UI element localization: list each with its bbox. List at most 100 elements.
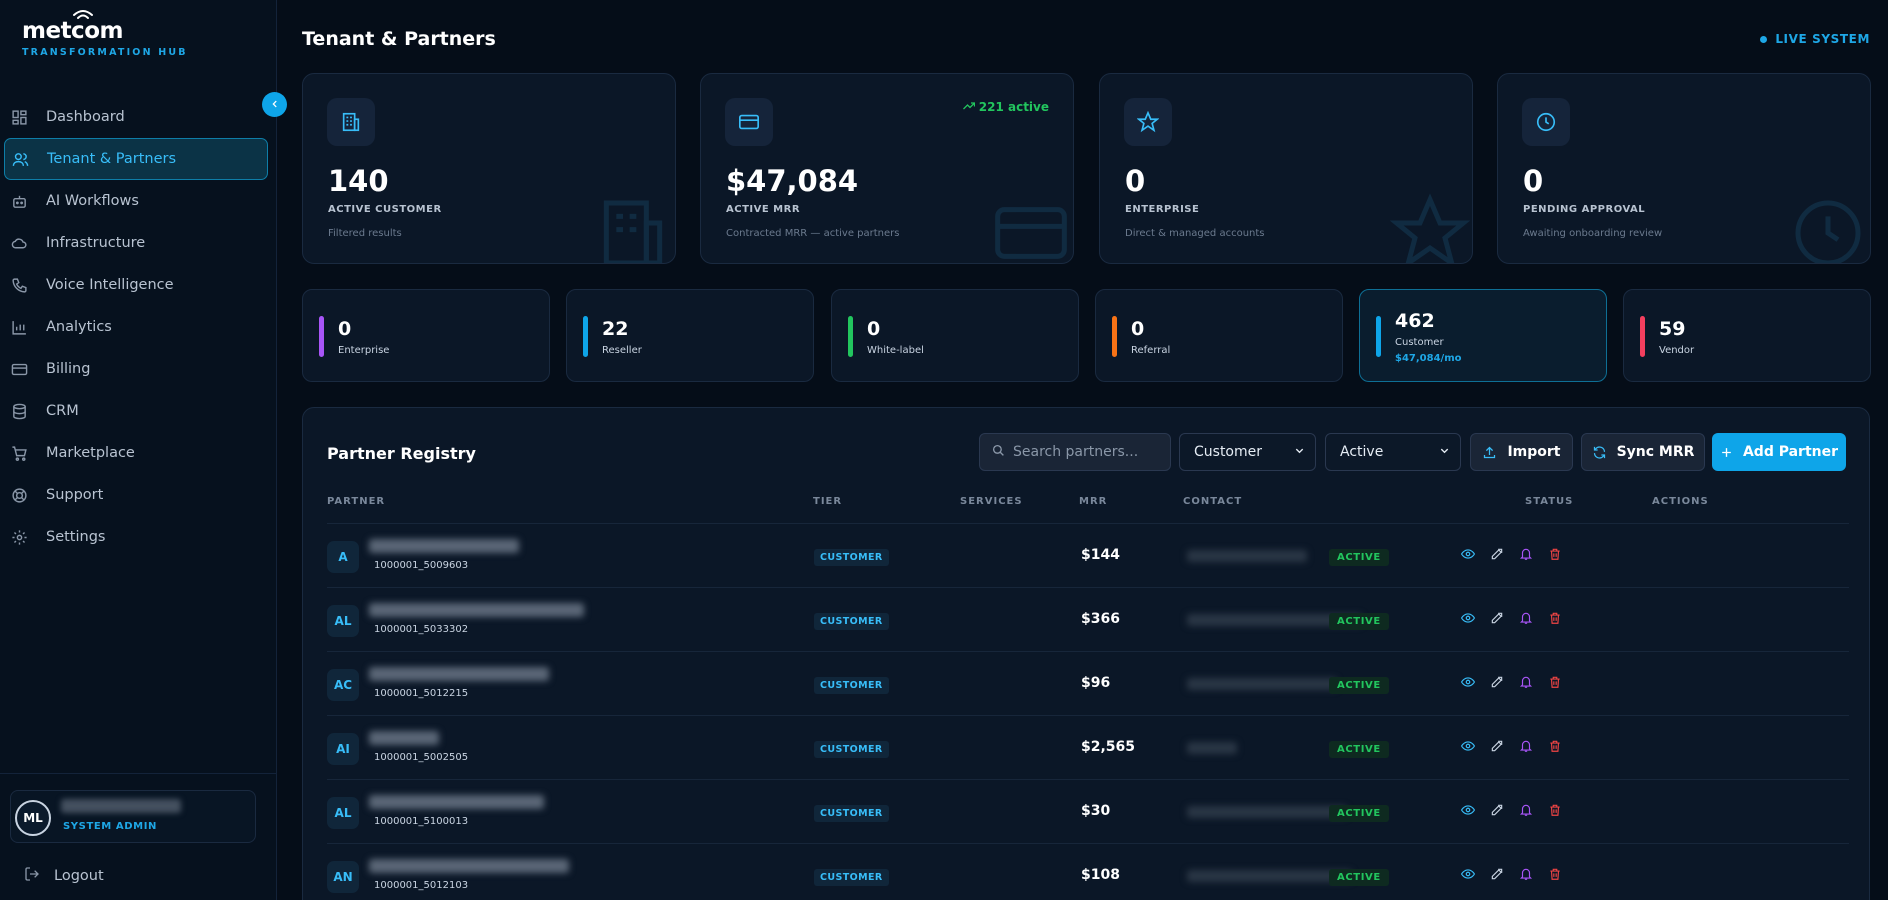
user-card[interactable]: ML SYSTEM ADMIN bbox=[10, 790, 256, 843]
status-badge: ACTIVE bbox=[1329, 741, 1389, 758]
column-header-mrr[interactable]: MRR bbox=[1079, 496, 1107, 507]
import-label: Import bbox=[1507, 444, 1561, 460]
bell-icon[interactable] bbox=[1519, 739, 1534, 754]
edit-icon[interactable] bbox=[1490, 803, 1505, 818]
contact-redacted bbox=[1187, 742, 1237, 754]
view-icon[interactable] bbox=[1461, 867, 1476, 882]
sync-mrr-label: Sync MRR bbox=[1616, 444, 1695, 460]
delete-icon[interactable] bbox=[1548, 867, 1563, 882]
edit-icon[interactable] bbox=[1490, 867, 1505, 882]
status-badge: ACTIVE bbox=[1329, 869, 1389, 886]
view-icon[interactable] bbox=[1461, 739, 1476, 754]
bell-icon[interactable] bbox=[1519, 675, 1534, 690]
tier-card-customer[interactable]: 462 Customer $47,084/mo bbox=[1359, 289, 1607, 382]
search-input[interactable]: Search partners... bbox=[979, 433, 1171, 471]
table-row[interactable]: AI 1000001_5002505 CUSTOMER $2,565 ACTIV… bbox=[327, 715, 1849, 779]
tier-card-reseller[interactable]: 22 Reseller bbox=[566, 289, 814, 382]
star-watermark-icon bbox=[1390, 193, 1470, 263]
bell-icon[interactable] bbox=[1519, 867, 1534, 882]
chart-icon bbox=[10, 318, 28, 336]
tier-filter-select[interactable]: Customer bbox=[1179, 433, 1316, 471]
chevron-left-icon bbox=[270, 98, 280, 112]
table-row[interactable]: AC 1000001_5012215 CUSTOMER $96 ACTIVE bbox=[327, 651, 1849, 715]
table-row[interactable]: AN 1000001_5012103 CUSTOMER $108 ACTIVE bbox=[327, 843, 1849, 900]
tier-label: Customer bbox=[1395, 337, 1444, 348]
collapse-sidebar-button[interactable] bbox=[262, 92, 287, 117]
upload-icon bbox=[1482, 445, 1497, 460]
add-partner-button[interactable]: Add Partner bbox=[1712, 433, 1846, 471]
table-row[interactable]: A 1000001_5009603 CUSTOMER $144 ACTIVE bbox=[327, 523, 1849, 587]
tier-card-referral[interactable]: 0 Referral bbox=[1095, 289, 1343, 382]
sidebar-item-support[interactable]: Support bbox=[4, 474, 268, 516]
column-header-services[interactable]: SERVICES bbox=[960, 496, 1023, 507]
column-header-tier[interactable]: TIER bbox=[813, 496, 842, 507]
edit-icon[interactable] bbox=[1490, 611, 1505, 626]
edit-icon[interactable] bbox=[1490, 739, 1505, 754]
mrr-value: $108 bbox=[1081, 867, 1120, 883]
column-header-partner[interactable]: PARTNER bbox=[327, 496, 385, 507]
view-icon[interactable] bbox=[1461, 675, 1476, 690]
sidebar-item-label: Dashboard bbox=[46, 109, 125, 125]
status-badge: ACTIVE bbox=[1329, 549, 1389, 566]
sidebar-item-billing[interactable]: Billing bbox=[4, 348, 268, 390]
edit-icon[interactable] bbox=[1490, 547, 1505, 562]
contact-redacted bbox=[1187, 550, 1307, 562]
users-icon bbox=[11, 150, 29, 168]
sidebar-item-tenant-partners[interactable]: Tenant & Partners bbox=[4, 138, 268, 180]
edit-icon[interactable] bbox=[1490, 675, 1505, 690]
status-badge: ACTIVE bbox=[1329, 677, 1389, 694]
tier-label: Enterprise bbox=[338, 345, 390, 356]
view-icon[interactable] bbox=[1461, 803, 1476, 818]
delete-icon[interactable] bbox=[1548, 803, 1563, 818]
column-header-status[interactable]: STATUS bbox=[1525, 496, 1573, 507]
delete-icon[interactable] bbox=[1548, 739, 1563, 754]
sidebar-item-marketplace[interactable]: Marketplace bbox=[4, 432, 268, 474]
clock-icon bbox=[1522, 98, 1570, 146]
sidebar-item-analytics[interactable]: Analytics bbox=[4, 306, 268, 348]
delete-icon[interactable] bbox=[1548, 611, 1563, 626]
live-system-indicator: LIVE SYSTEM bbox=[1760, 32, 1870, 46]
sidebar-item-ai-workflows[interactable]: AI Workflows bbox=[4, 180, 268, 222]
sidebar-item-voice-intelligence[interactable]: Voice Intelligence bbox=[4, 264, 268, 306]
tier-value: 0 bbox=[867, 318, 881, 340]
row-actions bbox=[1461, 547, 1563, 562]
row-actions bbox=[1461, 803, 1563, 818]
logout-button[interactable]: Logout bbox=[24, 866, 104, 886]
delete-icon[interactable] bbox=[1548, 547, 1563, 562]
sync-mrr-button[interactable]: Sync MRR bbox=[1581, 433, 1705, 471]
row-actions bbox=[1461, 867, 1563, 882]
status-filter-select[interactable]: Active bbox=[1325, 433, 1461, 471]
contact-redacted bbox=[1187, 870, 1352, 882]
clock-watermark-icon bbox=[1795, 200, 1861, 263]
sidebar-item-dashboard[interactable]: Dashboard bbox=[4, 96, 268, 138]
bell-icon[interactable] bbox=[1519, 803, 1534, 818]
view-icon[interactable] bbox=[1461, 547, 1476, 562]
logo[interactable]: metcom TRANSFORMATION HUB bbox=[22, 10, 188, 58]
bell-icon[interactable] bbox=[1519, 547, 1534, 562]
sidebar-item-crm[interactable]: CRM bbox=[4, 390, 268, 432]
sidebar-nav: Dashboard Tenant & Partners AI Workflows… bbox=[4, 96, 268, 558]
live-dot-icon bbox=[1760, 35, 1768, 43]
column-header-contact[interactable]: CONTACT bbox=[1183, 496, 1242, 507]
partner-name-redacted bbox=[369, 603, 584, 617]
bell-icon[interactable] bbox=[1519, 611, 1534, 626]
partner-id: 1000001_5009603 bbox=[374, 560, 469, 571]
delete-icon[interactable] bbox=[1548, 675, 1563, 690]
tier-card-enterprise[interactable]: 0 Enterprise bbox=[302, 289, 550, 382]
database-icon bbox=[10, 402, 28, 420]
sidebar-item-label: Infrastructure bbox=[46, 235, 146, 251]
tier-label: White-label bbox=[867, 345, 924, 356]
partner-id: 1000001_5012103 bbox=[374, 880, 469, 891]
tier-card-white-label[interactable]: 0 White-label bbox=[831, 289, 1079, 382]
sidebar-item-settings[interactable]: Settings bbox=[4, 516, 268, 558]
table-row[interactable]: AL 1000001_5100013 CUSTOMER $30 ACTIVE bbox=[327, 779, 1849, 843]
tier-label: Vendor bbox=[1659, 345, 1695, 356]
table-row[interactable]: AL 1000001_5033302 CUSTOMER $366 ACTIVE bbox=[327, 587, 1849, 651]
view-icon[interactable] bbox=[1461, 611, 1476, 626]
sidebar-item-infrastructure[interactable]: Infrastructure bbox=[4, 222, 268, 264]
tier-value: 462 bbox=[1395, 310, 1435, 332]
card-watermark-icon bbox=[995, 207, 1067, 259]
partner-avatar: AC bbox=[327, 669, 359, 701]
import-button[interactable]: Import bbox=[1470, 433, 1573, 471]
tier-card-vendor[interactable]: 59 Vendor bbox=[1623, 289, 1871, 382]
